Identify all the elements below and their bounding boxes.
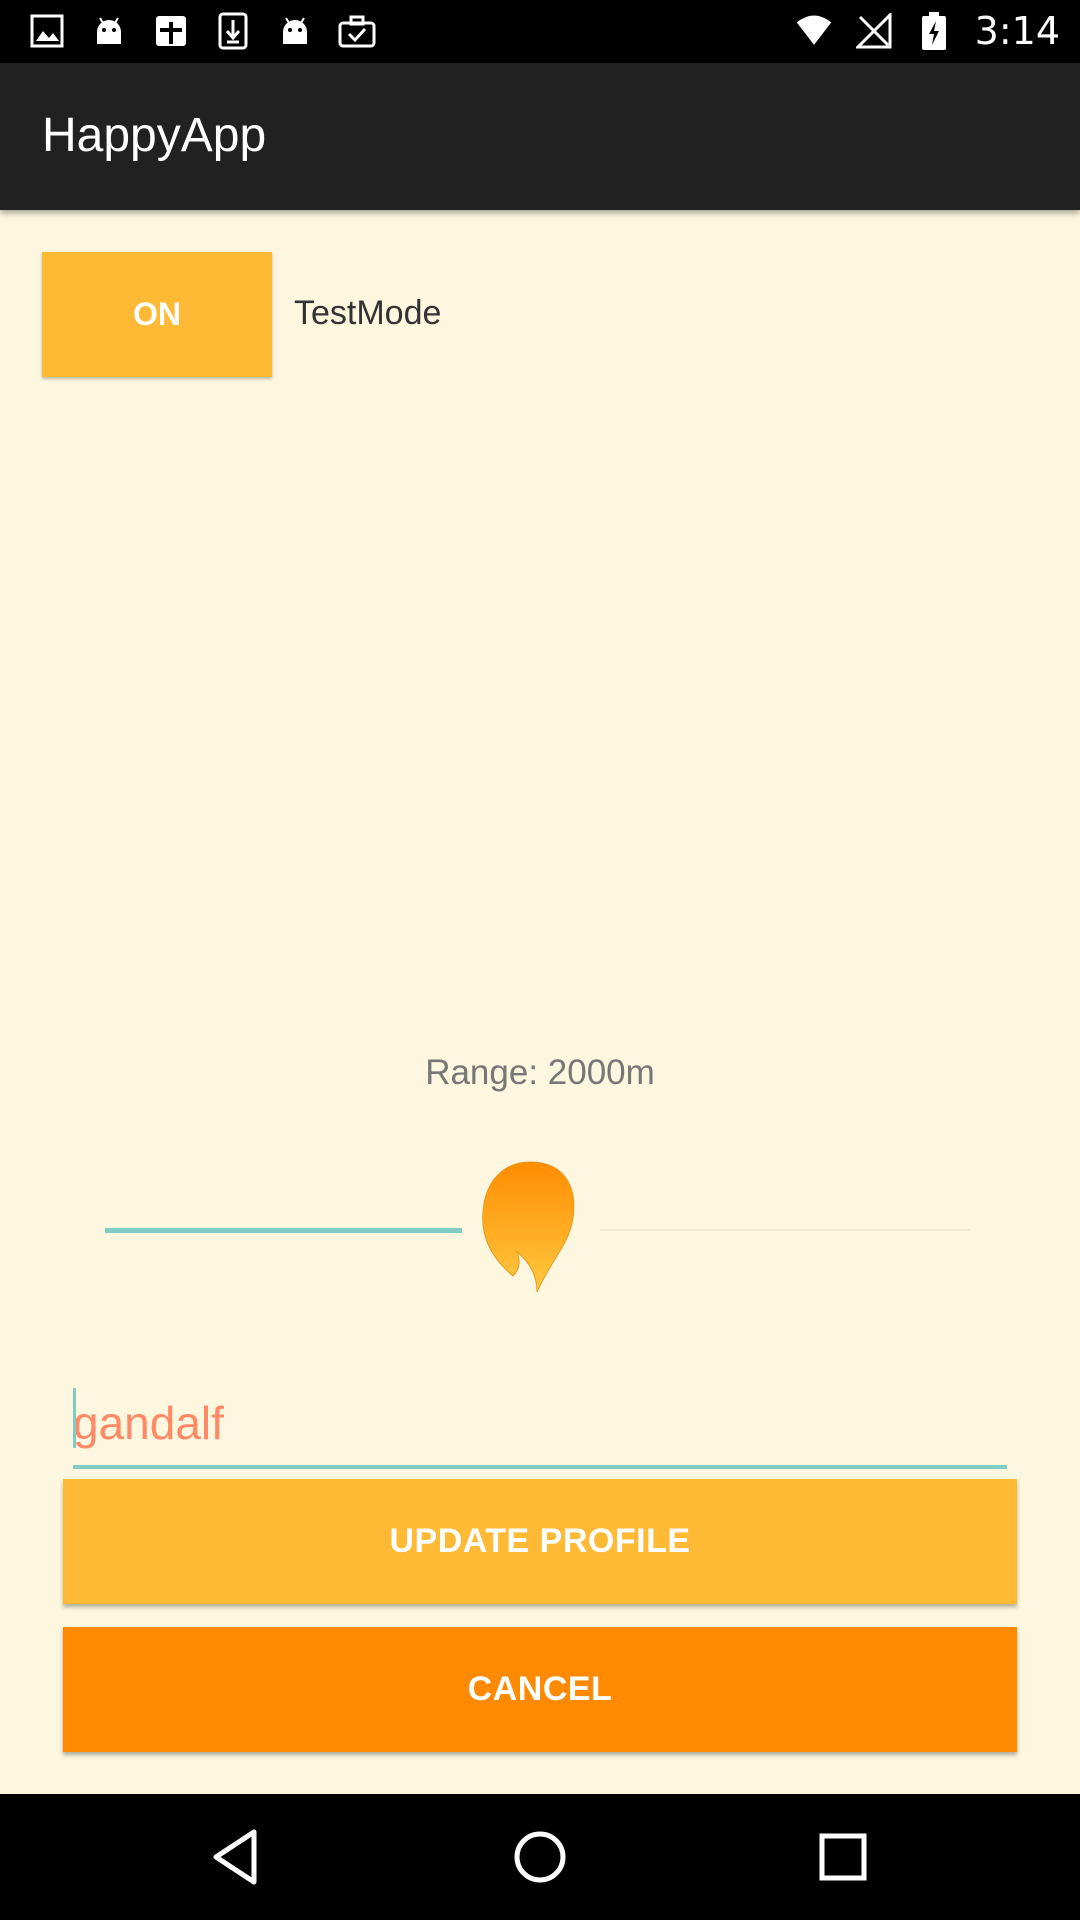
slider-track-filled — [105, 1228, 462, 1233]
range-label: Range: 2000m — [425, 1053, 655, 1092]
back-icon[interactable] — [204, 1824, 270, 1890]
system-icons: 3:14 — [795, 8, 1060, 54]
home-icon[interactable] — [507, 1824, 573, 1890]
flame-thumb-icon[interactable] — [475, 1160, 585, 1295]
slider-track-empty — [600, 1229, 970, 1231]
test-mode-toggle[interactable]: ON — [42, 252, 272, 377]
gallery-icon — [28, 10, 66, 52]
calendar-icon — [152, 10, 190, 52]
wifi-icon — [795, 10, 833, 52]
recents-icon[interactable] — [810, 1824, 876, 1890]
update-profile-button[interactable]: UPDATE PROFILE — [63, 1479, 1017, 1604]
text-cursor — [73, 1388, 76, 1448]
clock: 3:14 — [974, 9, 1060, 53]
test-mode-label: TestMode — [294, 294, 442, 332]
download-icon — [214, 10, 252, 52]
status-bar: 3:14 — [0, 0, 1080, 63]
android-icon — [90, 10, 128, 52]
android-icon — [276, 10, 314, 52]
briefcase-check-icon — [338, 10, 376, 52]
no-signal-icon — [855, 10, 893, 52]
notification-icons — [28, 10, 376, 52]
cancel-button[interactable]: CANCEL — [63, 1627, 1017, 1752]
app-bar: HappyApp — [0, 63, 1080, 210]
navigation-bar — [0, 1794, 1080, 1920]
range-slider[interactable] — [105, 1160, 970, 1300]
app-title: HappyApp — [42, 109, 267, 162]
battery-charging-icon — [915, 10, 953, 52]
username-input[interactable] — [73, 1385, 1007, 1469]
